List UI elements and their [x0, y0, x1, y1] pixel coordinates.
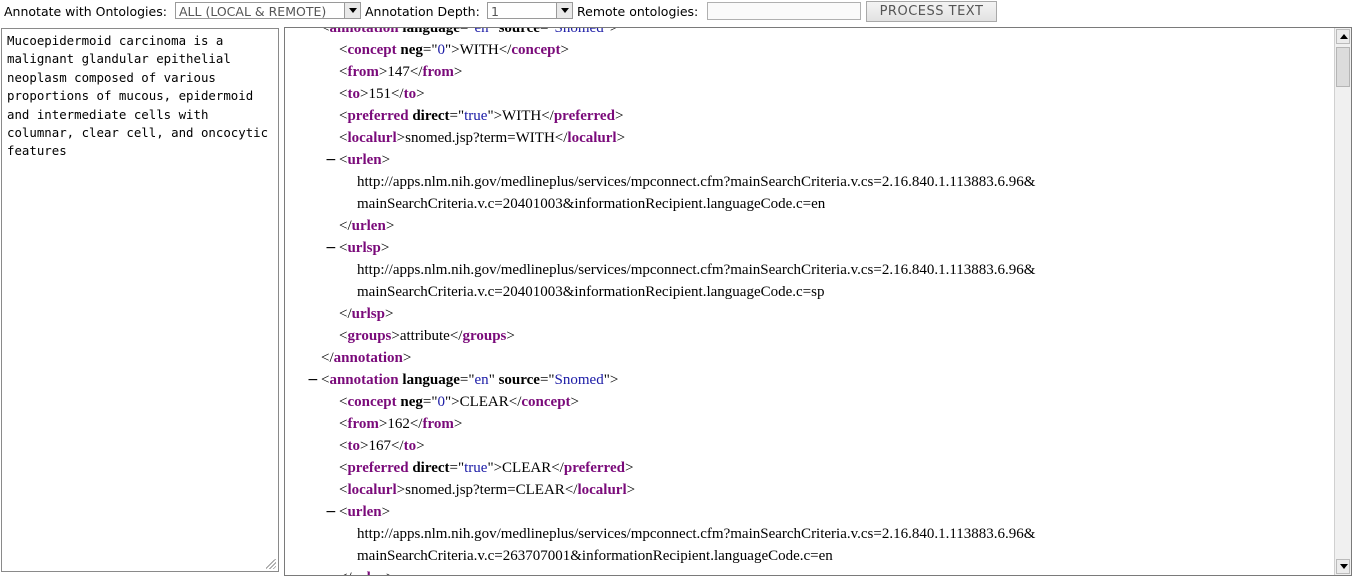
- xml-line: −<urlen>: [285, 149, 1333, 171]
- xml-line: </urlen>: [285, 567, 1333, 576]
- depth-label: Annotation Depth:: [365, 4, 480, 19]
- xml-line: −<urlsp>: [285, 237, 1333, 259]
- scroll-thumb[interactable]: [1336, 47, 1350, 87]
- depth-select[interactable]: 1: [487, 2, 573, 19]
- xml-line: http://apps.nlm.nih.gov/medlineplus/serv…: [285, 259, 1333, 281]
- xml-line: <preferred direct="true">WITH</preferred…: [285, 105, 1333, 127]
- xml-line: </urlen>: [285, 215, 1333, 237]
- process-text-button[interactable]: PROCESS TEXT: [866, 1, 997, 22]
- xml-line: http://apps.nlm.nih.gov/medlineplus/serv…: [285, 171, 1333, 193]
- xml-line: </urlsp>: [285, 303, 1333, 325]
- xml-line: <concept neg="0">WITH</concept>: [285, 39, 1333, 61]
- collapse-toggle[interactable]: −: [325, 501, 337, 523]
- vertical-scrollbar[interactable]: [1334, 28, 1351, 575]
- collapse-toggle[interactable]: −: [325, 237, 337, 259]
- xml-line: <to>151</to>: [285, 83, 1333, 105]
- xml-line: <groups>attribute</groups>: [285, 325, 1333, 347]
- ontologies-select[interactable]: ALL (LOCAL & REMOTE): [175, 2, 361, 19]
- xml-line: <localurl>snomed.jsp?term=CLEAR</localur…: [285, 479, 1333, 501]
- xml-line: mainSearchCriteria.v.c=263707001&informa…: [285, 545, 1333, 567]
- collapse-toggle[interactable]: −: [325, 149, 337, 171]
- xml-line: mainSearchCriteria.v.c=20401003&informat…: [285, 193, 1333, 215]
- xml-line: http://apps.nlm.nih.gov/medlineplus/serv…: [285, 523, 1333, 545]
- xml-line: mainSearchCriteria.v.c=20401003&informat…: [285, 281, 1333, 303]
- scroll-up-icon[interactable]: [1336, 29, 1350, 44]
- ontologies-label: Annotate with Ontologies:: [4, 4, 167, 19]
- resize-grip-icon[interactable]: [266, 559, 276, 569]
- xml-result-panel[interactable]: <annotation language="en" source="Snomed…: [284, 27, 1352, 576]
- xml-line: <preferred direct="true">CLEAR</preferre…: [285, 457, 1333, 479]
- input-textarea[interactable]: Mucoepidermoid carcinoma is a malignant …: [1, 28, 279, 572]
- xml-line: <from>162</from>: [285, 413, 1333, 435]
- xml-line: <annotation language="en" source="Snomed…: [285, 27, 1333, 39]
- chevron-down-icon[interactable]: [556, 3, 572, 18]
- xml-line: </annotation>: [285, 347, 1333, 369]
- xml-line: <concept neg="0">CLEAR</concept>: [285, 391, 1333, 413]
- remote-label: Remote ontologies:: [577, 4, 698, 19]
- ontologies-select-value: ALL (LOCAL & REMOTE): [179, 4, 326, 19]
- remote-ontologies-input[interactable]: [707, 2, 861, 20]
- xml-line: <localurl>snomed.jsp?term=WITH</localurl…: [285, 127, 1333, 149]
- xml-line: <from>147</from>: [285, 61, 1333, 83]
- chevron-down-icon[interactable]: [344, 3, 360, 18]
- collapse-toggle[interactable]: −: [307, 369, 319, 391]
- depth-select-value: 1: [491, 4, 499, 19]
- xml-line: −<urlen>: [285, 501, 1333, 523]
- xml-tree: <annotation language="en" source="Snomed…: [285, 27, 1333, 576]
- scroll-down-icon[interactable]: [1336, 559, 1350, 574]
- xml-line: <to>167</to>: [285, 435, 1333, 457]
- xml-line: −<annotation language="en" source="Snome…: [285, 369, 1333, 391]
- input-text: Mucoepidermoid carcinoma is a malignant …: [7, 32, 272, 161]
- toolbar: Annotate with Ontologies: ALL (LOCAL & R…: [0, 0, 1354, 24]
